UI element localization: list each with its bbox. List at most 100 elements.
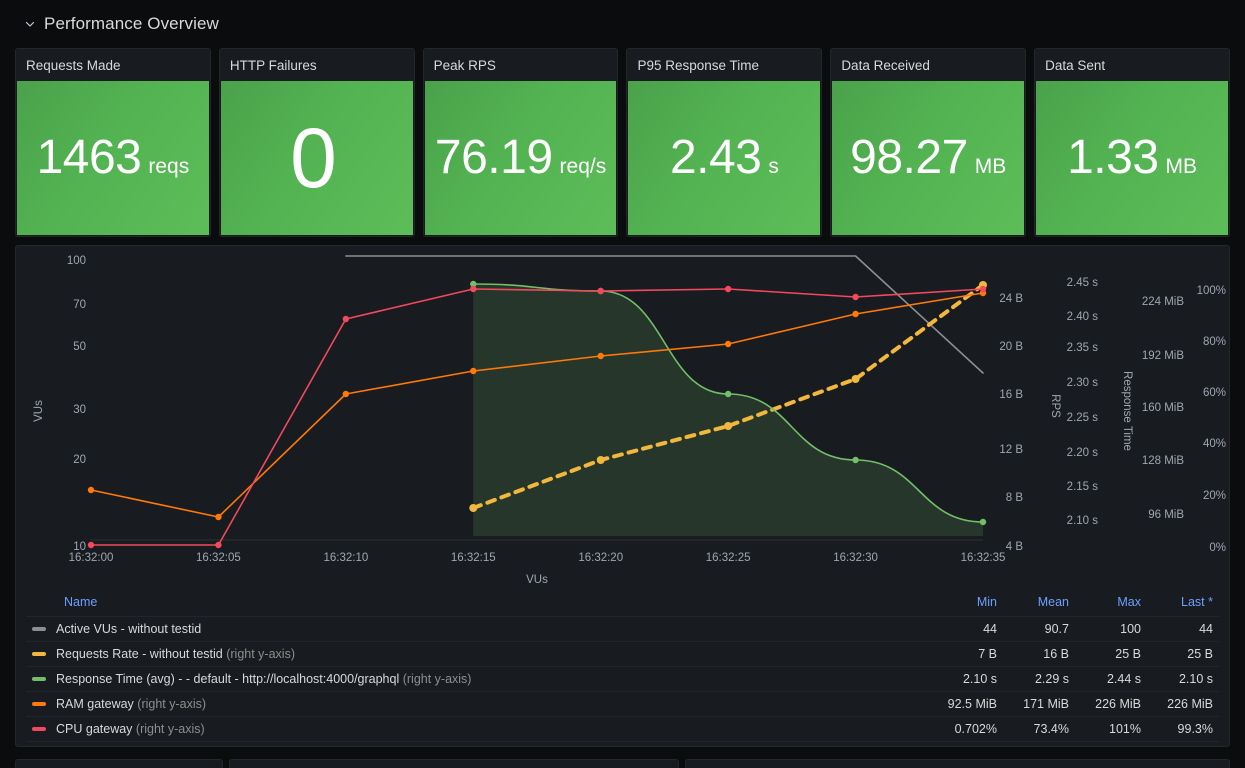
right-axis-tick-cpu: 20% bbox=[1203, 490, 1226, 502]
legend-axis-note: (right y-axis) bbox=[135, 722, 205, 736]
stat-unit: s bbox=[768, 155, 779, 178]
legend-color-swatch[interactable] bbox=[32, 676, 46, 681]
stat-panel-peak-rps[interactable]: Peak RPS 76.19 req/s bbox=[422, 48, 619, 237]
right-axis-tick-response-time: 2.10 s bbox=[1067, 515, 1099, 527]
timeseries-panel[interactable]: 100 70 50 30 20 10 VUs 16:32:00 16:32:05 16:32:10… bbox=[15, 245, 1230, 747]
stat-panel-title: Data Received bbox=[831, 49, 1026, 81]
plot-area[interactable]: 100 70 50 30 20 10 VUs 16:32:00 16:32:05 16:32:10… bbox=[16, 246, 1229, 591]
right-axis-tick-response-time: 2.30 s bbox=[1067, 377, 1099, 389]
legend-col-name[interactable]: Name bbox=[26, 591, 931, 617]
left-axis-tick: 50 bbox=[73, 341, 86, 353]
right-axis-tick-cpu: 60% bbox=[1203, 387, 1226, 399]
legend-header-row: Name Min Mean Max Last * bbox=[26, 591, 1219, 617]
legend-color-swatch[interactable] bbox=[32, 626, 46, 631]
legend-color-swatch[interactable] bbox=[32, 726, 46, 731]
stat-panel-body: 76.19 req/s bbox=[424, 81, 617, 235]
right-axis-tick-cpu: 0% bbox=[1209, 542, 1226, 554]
next-panel-2[interactable] bbox=[229, 759, 679, 768]
stat-unit: req/s bbox=[559, 155, 607, 178]
right-axis-tick-rps: 12 B bbox=[999, 444, 1023, 456]
right-axis-tick-memory: 192 MiB bbox=[1142, 350, 1185, 362]
stat-value: 1.33 bbox=[1067, 131, 1159, 184]
stat-panel-title: HTTP Failures bbox=[219, 49, 414, 81]
stat-panel-p95-response-time[interactable]: P95 Response Time 2.43 s bbox=[626, 48, 823, 237]
right-axis-tick-cpu: 80% bbox=[1203, 336, 1226, 348]
legend-cell-mean: 2.29 s bbox=[1003, 666, 1075, 692]
series-point bbox=[469, 504, 478, 512]
timeseries-chart: 1007050302010VUs16:32:00 16:32:05 16:32:10… bbox=[33, 255, 1226, 586]
legend-row[interactable]: Response Time (avg) - - default - http:/… bbox=[26, 666, 1219, 692]
series-point bbox=[852, 456, 859, 464]
next-panel-3[interactable] bbox=[685, 759, 1230, 768]
series-point bbox=[215, 513, 222, 521]
right-axis-tick-cpu: 40% bbox=[1203, 438, 1226, 450]
legend-cell-max: 226 MiB bbox=[1075, 691, 1147, 717]
x-axis-title: VUs bbox=[526, 574, 548, 586]
legend-series-label: Response Time (avg) - - default - http:/… bbox=[56, 672, 403, 686]
legend-row[interactable]: RAM gateway (right y-axis) 92.5 MiB 171 Mi… bbox=[26, 691, 1219, 717]
right-axis-tick-rps: 4 B bbox=[1006, 541, 1024, 553]
series-point bbox=[851, 375, 860, 383]
chevron-down-icon[interactable] bbox=[24, 18, 36, 30]
series-point bbox=[470, 367, 477, 375]
series-point bbox=[215, 541, 222, 549]
legend-cell-mean: 73.4% bbox=[1003, 716, 1075, 742]
legend-series-name[interactable]: Requests Rate - without testid (right y-… bbox=[26, 641, 931, 667]
x-axis-tick: 16:32:15 bbox=[451, 552, 496, 564]
series-fills bbox=[473, 284, 983, 536]
legend-cell-mean: 16 B bbox=[1003, 641, 1075, 667]
legend-cell-min: 0.702% bbox=[931, 716, 1003, 742]
legend-col-max[interactable]: Max bbox=[1075, 591, 1147, 617]
series-point bbox=[852, 293, 859, 301]
legend-cell-mean: 171 MiB bbox=[1003, 691, 1075, 717]
legend-cell-max: 2.44 s bbox=[1075, 666, 1147, 692]
right-axis-tick-rps: 16 B bbox=[999, 389, 1023, 401]
legend-cell-max: 100 bbox=[1075, 616, 1147, 642]
legend-row[interactable]: CPU gateway (right y-axis) 0.702% 73.4% 101… bbox=[26, 716, 1219, 742]
x-axis-tick: 16:32:00 bbox=[69, 552, 114, 564]
legend-col-min[interactable]: Min bbox=[931, 591, 1003, 617]
stat-panel-body: 0 bbox=[220, 81, 413, 235]
legend-cell-last: 44 bbox=[1147, 616, 1219, 642]
x-axis-tick: 16:32:20 bbox=[578, 552, 623, 564]
next-row-panels bbox=[0, 759, 1245, 768]
legend-series-name[interactable]: RAM gateway (right y-axis) bbox=[26, 691, 931, 717]
legend-row[interactable]: Requests Rate - without testid (right y-… bbox=[26, 641, 1219, 667]
legend-color-swatch[interactable] bbox=[32, 701, 46, 706]
right-axis-tick-rps: 20 B bbox=[999, 341, 1023, 353]
row-header[interactable]: Performance Overview bbox=[0, 0, 1245, 48]
stat-unit: MB bbox=[974, 155, 1007, 178]
legend-series-name[interactable]: CPU gateway (right y-axis) bbox=[26, 716, 931, 742]
legend-color-swatch[interactable] bbox=[32, 651, 46, 656]
series-point bbox=[852, 310, 859, 318]
legend-col-mean[interactable]: Mean bbox=[1003, 591, 1075, 617]
stat-panel-data-received[interactable]: Data Received 98.27 MB bbox=[830, 48, 1027, 237]
series-point bbox=[724, 422, 733, 430]
stat-panel-http-failures[interactable]: HTTP Failures 0 bbox=[218, 48, 415, 237]
legend-series-name[interactable]: Response Time (avg) - - default - http:/… bbox=[26, 666, 931, 692]
legend-body: Active VUs - without testid 44 90.7 100 44 R… bbox=[26, 616, 1219, 742]
legend-series-name[interactable]: Active VUs - without testid bbox=[26, 616, 931, 642]
right-axis-title-rps: RPS bbox=[1049, 394, 1061, 418]
right-axis-tick-memory: 128 MiB bbox=[1142, 455, 1185, 467]
right-axis-title-response-time: Response Time bbox=[1121, 371, 1133, 451]
series-point bbox=[724, 390, 732, 398]
legend-row[interactable]: Active VUs - without testid 44 90.7 100 44 bbox=[26, 616, 1219, 642]
right-axis-tick-memory: 96 MiB bbox=[1148, 509, 1184, 521]
series-point bbox=[596, 456, 605, 464]
stat-panel-data-sent[interactable]: Data Sent 1.33 MB bbox=[1034, 48, 1230, 237]
legend-cell-last: 226 MiB bbox=[1147, 691, 1219, 717]
right-axis-tick-response-time: 2.25 s bbox=[1067, 412, 1099, 424]
right-axis-tick-response-time: 2.45 s bbox=[1067, 277, 1099, 289]
x-axis-tick: 16:32:35 bbox=[961, 552, 1006, 564]
stat-panel-requests-made[interactable]: Requests Made 1463 reqs bbox=[15, 48, 211, 237]
legend-axis-note: (right y-axis) bbox=[226, 647, 295, 661]
stat-panel-body: 1463 reqs bbox=[17, 81, 209, 235]
stat-panel-title: Data Sent bbox=[1035, 49, 1229, 81]
next-panel-1[interactable] bbox=[15, 759, 223, 768]
left-axis-tick: 20 bbox=[73, 454, 86, 466]
stat-panel-body: 1.33 MB bbox=[1036, 81, 1228, 235]
stat-value: 1463 bbox=[36, 131, 142, 184]
legend-col-last[interactable]: Last * bbox=[1147, 591, 1219, 617]
legend-cell-min: 44 bbox=[931, 616, 1003, 642]
